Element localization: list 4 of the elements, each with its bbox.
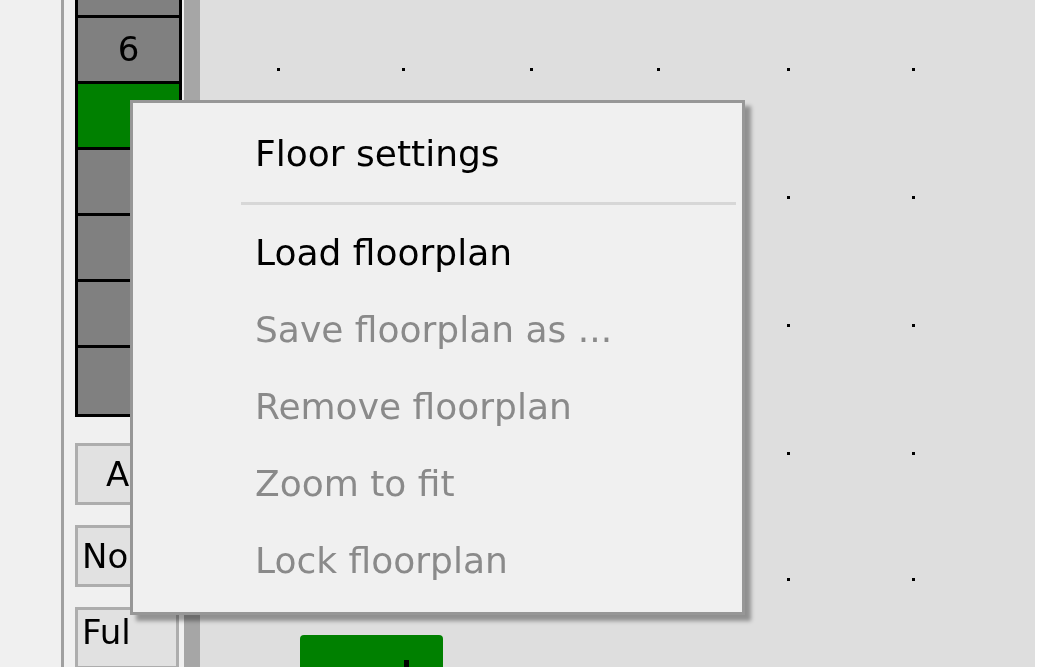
menu-item[interactable]: Load floorplan bbox=[133, 214, 742, 292]
side-button[interactable]: Ful bbox=[75, 607, 179, 667]
menu-item[interactable]: Floor settings bbox=[133, 115, 742, 192]
floor-button[interactable]: 6 bbox=[78, 18, 179, 84]
